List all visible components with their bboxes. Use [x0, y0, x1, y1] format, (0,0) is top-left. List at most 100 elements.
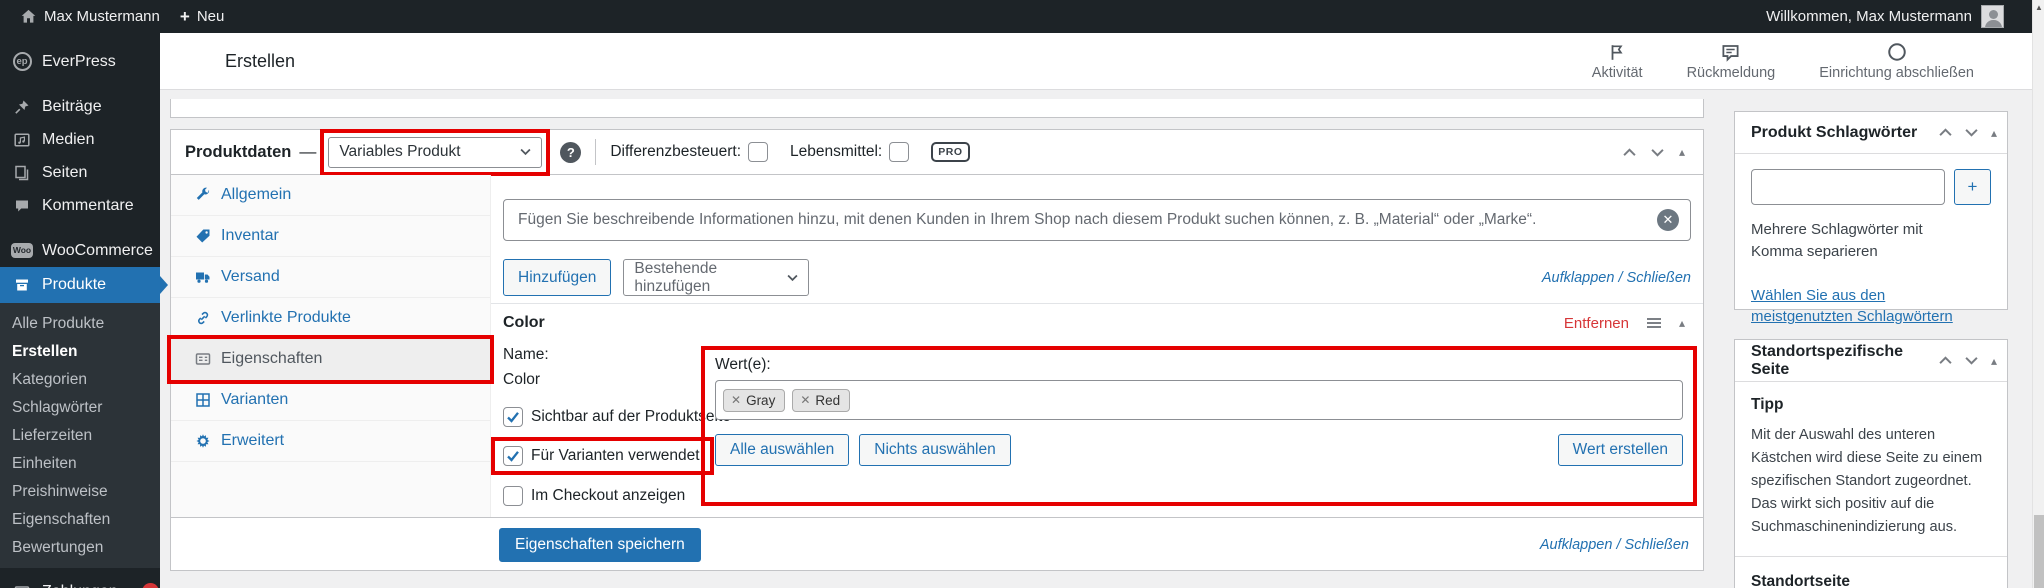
submenu-kategorien[interactable]: Kategorien: [0, 366, 160, 394]
divider: [491, 303, 1703, 304]
tab-verlinkte-produkte[interactable]: Verlinkte Produkte: [171, 298, 490, 339]
tag-input[interactable]: [1751, 169, 1945, 205]
scrollbar-thumb[interactable]: [2034, 515, 2044, 588]
action-label: Einrichtung abschließen: [1819, 65, 1974, 81]
screen: Max Mustermann + Neu Willkommen, Max Mus…: [0, 0, 2044, 588]
margin-scheme-checkbox[interactable]: [748, 142, 768, 162]
food-checkbox[interactable]: [889, 142, 909, 162]
collapse-toggle-icon[interactable]: ▴: [1679, 145, 1685, 159]
sidebar-item-medien[interactable]: Medien: [0, 123, 160, 156]
account-menu[interactable]: Willkommen, Max Mustermann: [1766, 5, 2030, 28]
collapse-attribute-icon[interactable]: ▴: [1679, 316, 1685, 330]
food-label: Lebensmittel:: [790, 143, 882, 161]
used-for-variations-checkbox[interactable]: [503, 446, 523, 466]
submenu-bewertungen[interactable]: Bewertungen: [0, 534, 160, 562]
visible-on-product-page-checkbox[interactable]: [503, 407, 523, 427]
submenu-eigenschaften[interactable]: Eigenschaften: [0, 506, 160, 534]
annotation-variants-frame: Für Varianten verwendet: [491, 437, 714, 475]
expand-close-link-bottom[interactable]: Aufklappen / Schließen: [1540, 537, 1689, 553]
grid-icon: [195, 392, 212, 408]
scroll-up-icon[interactable]: ▲: [2033, 3, 2044, 12]
tab-erweitert[interactable]: Erweitert: [171, 421, 490, 462]
select-none-button[interactable]: Nichts auswählen: [859, 434, 1010, 466]
add-existing-select[interactable]: Bestehende hinzufügen: [623, 259, 809, 296]
tab-allgemein[interactable]: Allgemein: [171, 175, 490, 216]
avatar: [1981, 5, 2004, 28]
attribute-heading: Color: [503, 314, 545, 332]
save-attributes-button[interactable]: Eigenschaften speichern: [499, 528, 701, 562]
tag-label: Red: [815, 393, 840, 408]
add-attribute-button[interactable]: Hinzufügen: [503, 259, 611, 296]
tab-label: Erweitert: [221, 432, 284, 450]
move-up-icon[interactable]: [1939, 128, 1952, 137]
drag-handle-icon[interactable]: [1646, 317, 1662, 329]
move-down-icon[interactable]: [1965, 128, 1978, 137]
site-name: Max Mustermann: [44, 8, 160, 25]
collapsed-panel-bottom: [170, 99, 1704, 118]
tab-eigenschaften[interactable]: Eigenschaften: [171, 339, 490, 380]
expand-close-link[interactable]: Aufklappen / Schließen: [1542, 270, 1691, 286]
sidebar-item-everpress[interactable]: ep EverPress: [0, 45, 160, 78]
move-down-icon[interactable]: [1651, 148, 1664, 157]
collapse-toggle-icon[interactable]: ▴: [1991, 126, 1997, 140]
welcome-text: Willkommen, Max Mustermann: [1766, 8, 1972, 25]
new-label: Neu: [197, 8, 225, 25]
value-tag: ✕ Red: [792, 389, 850, 412]
sidebar-item-beitraege[interactable]: Beiträge: [0, 90, 160, 123]
feedback-button[interactable]: Rückmeldung: [1687, 42, 1776, 81]
submenu-lieferzeiten[interactable]: Lieferzeiten: [0, 422, 160, 450]
sidebar-item-seiten[interactable]: Seiten: [0, 156, 160, 189]
select-all-button[interactable]: Alle auswählen: [715, 434, 849, 466]
sidebar-item-kommentare[interactable]: Kommentare: [0, 189, 160, 222]
finish-setup-button[interactable]: Einrichtung abschließen: [1819, 42, 1974, 81]
move-up-icon[interactable]: [1623, 148, 1636, 157]
activity-button[interactable]: Aktivität: [1592, 42, 1643, 81]
sidebar-item-produkte[interactable]: Produkte: [0, 267, 160, 303]
feedback-icon: [1721, 42, 1740, 62]
product-data-header: Produktdaten — Variables Produkt ? Diffe…: [171, 130, 1703, 175]
sidebar-item-label: Medien: [42, 131, 94, 149]
attribute-values-input[interactable]: ✕ Gray ✕ Red: [715, 380, 1683, 420]
submenu-erstellen[interactable]: Erstellen: [0, 338, 160, 366]
create-value-button[interactable]: Wert erstellen: [1558, 434, 1683, 466]
tab-label: Verlinkte Produkte: [221, 309, 351, 327]
show-in-checkout-checkbox[interactable]: [503, 486, 523, 506]
remove-tag-icon[interactable]: ✕: [800, 393, 810, 407]
submenu-schlagwoerter[interactable]: Schlagwörter: [0, 394, 160, 422]
variants-checkbox-label: Für Varianten verwendet: [531, 447, 700, 465]
help-icon[interactable]: ?: [560, 142, 581, 163]
truck-icon: [195, 269, 212, 285]
clear-icon[interactable]: ✕: [1657, 209, 1679, 231]
page-scrollbar[interactable]: ▲: [2032, 0, 2044, 588]
submenu-einheiten[interactable]: Einheiten: [0, 450, 160, 478]
sidebar-item-woocommerce[interactable]: Woo WooCommerce: [0, 234, 160, 267]
add-tag-button[interactable]: +: [1954, 169, 1991, 205]
location-section-heading: Standortseite: [1751, 573, 1999, 588]
move-up-icon[interactable]: [1939, 356, 1952, 365]
sidebar-item-zahlungen[interactable]: Zahlungen: [0, 575, 160, 588]
product-type-select[interactable]: Variables Produkt: [328, 137, 542, 168]
tag-label: Gray: [746, 393, 775, 408]
tab-label: Varianten: [221, 391, 288, 409]
submenu-alle-produkte[interactable]: Alle Produkte: [0, 310, 160, 338]
remove-tag-icon[interactable]: ✕: [731, 393, 741, 407]
title-dash: —: [299, 142, 316, 162]
tab-varianten[interactable]: Varianten: [171, 380, 490, 421]
choose-most-used-link[interactable]: Wählen Sie aus den meistgenutzten Schlag…: [1751, 285, 1981, 329]
remove-attribute-link[interactable]: Entfernen: [1564, 315, 1629, 332]
tab-versand[interactable]: Versand: [171, 257, 490, 298]
pages-icon: [12, 165, 32, 181]
submenu-preishinweise[interactable]: Preishinweise: [0, 478, 160, 506]
attribute-search-input[interactable]: [503, 199, 1691, 241]
attributes-tab-content: ✕ Hinzufügen Bestehende hinzufügen Aufkl…: [491, 175, 1703, 517]
collapse-toggle-icon[interactable]: ▴: [1991, 354, 1997, 368]
move-down-icon[interactable]: [1965, 356, 1978, 365]
chevron-down-icon: [787, 274, 798, 282]
tab-inventar[interactable]: Inventar: [171, 216, 490, 257]
new-content-menu[interactable]: + Neu: [170, 0, 234, 33]
produkte-submenu: Alle Produkte Erstellen Kategorien Schla…: [0, 303, 160, 568]
site-menu[interactable]: Max Mustermann: [10, 0, 170, 33]
location-panel-title: Standortspezifische Seite: [1751, 343, 1939, 379]
divider: [595, 139, 596, 165]
product-tags-panel: Produkt Schlagwörter ▴ + Mehrere Schlagw…: [1734, 111, 2008, 310]
